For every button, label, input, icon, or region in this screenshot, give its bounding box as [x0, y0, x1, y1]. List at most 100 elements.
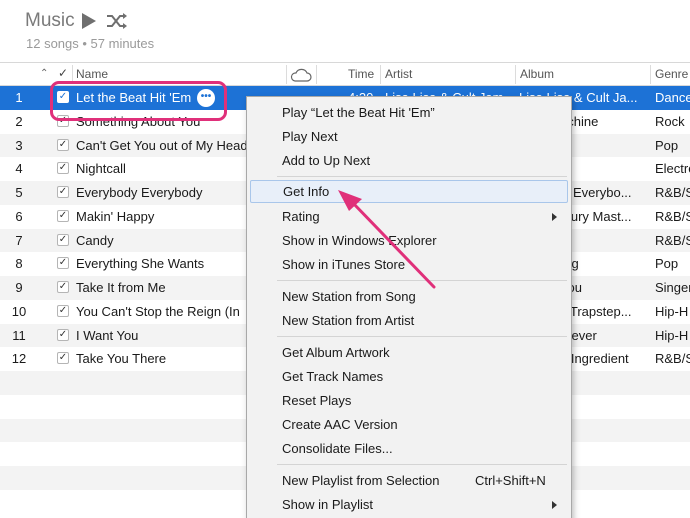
track-number: 4: [15, 161, 23, 177]
song-genre: R&B/S: [655, 185, 690, 200]
track-number: 8: [15, 256, 23, 272]
menu-item-playlist-selection[interactable]: New Playlist from Selection Ctrl+Shift+N: [247, 469, 571, 492]
menu-item-rating[interactable]: Rating: [247, 205, 571, 228]
song-genre: Pop: [655, 256, 679, 272]
page-title: Music: [25, 10, 75, 31]
annotation-highlight: [50, 81, 227, 121]
submenu-arrow-icon: [552, 501, 557, 509]
menu-item-reset-plays[interactable]: Reset Plays: [247, 389, 571, 412]
menu-item-station-artist[interactable]: New Station from Artist: [247, 309, 571, 332]
menu-item-aac[interactable]: Create AAC Version: [247, 413, 571, 436]
context-menu: Play “Let the Beat Hit 'Em” Play Next Ad…: [246, 96, 572, 518]
menu-item-show-playlist[interactable]: Show in Playlist: [247, 493, 571, 516]
track-number: 5: [15, 185, 23, 200]
song-genre: Rock: [655, 113, 685, 129]
menu-item-show-explorer[interactable]: Show in Windows Explorer: [247, 229, 571, 252]
song-album: n Ingredient: [560, 351, 629, 367]
song-album: achine: [560, 113, 599, 129]
column-name[interactable]: Name: [76, 67, 108, 81]
song-name: Everybody Everybody: [76, 185, 203, 200]
song-genre: Pop: [655, 137, 679, 153]
menu-separator: [277, 464, 567, 465]
column-album[interactable]: Album: [520, 67, 554, 81]
song-genre: Hip-H: [655, 303, 689, 319]
track-number: 3: [15, 137, 23, 153]
song-genre: R&B/S: [655, 351, 690, 367]
sort-ascending-icon[interactable]: ⌃: [40, 68, 48, 79]
song-checkbox[interactable]: ✓: [57, 352, 69, 365]
column-genre[interactable]: Genre: [655, 67, 688, 81]
song-name: I Want You: [76, 327, 139, 343]
menu-item-label: Play “Let the Beat Hit 'Em”: [282, 105, 435, 120]
song-count: 12 songs • 57 minutes: [26, 36, 155, 51]
track-number: 2: [15, 113, 23, 129]
song-checkbox[interactable]: ✓: [57, 281, 69, 293]
column-artist[interactable]: Artist: [385, 67, 412, 81]
song-checkbox[interactable]: ✓: [57, 257, 69, 270]
menu-item-label: Consolidate Files...: [282, 441, 393, 456]
song-checkbox[interactable]: ✓: [57, 162, 69, 175]
shuffle-icon[interactable]: [106, 11, 128, 31]
song-checkbox[interactable]: ✓: [57, 209, 69, 222]
menu-item-get-info[interactable]: Get Info: [250, 180, 568, 203]
song-checkbox[interactable]: ✓: [57, 186, 69, 198]
menu-item-label: Create AAC Version: [282, 417, 398, 432]
menu-item-play[interactable]: Play “Let the Beat Hit 'Em”: [247, 101, 571, 124]
song-name: Makin' Happy: [76, 208, 155, 224]
song-name: Everything She Wants: [76, 256, 205, 272]
menu-item-show-store[interactable]: Show in iTunes Store: [247, 253, 571, 276]
menu-item-label: Show in Windows Explorer: [282, 233, 437, 248]
song-checkbox[interactable]: ✓: [57, 304, 69, 317]
menu-item-label: New Station from Artist: [282, 313, 415, 328]
song-genre: Dance: [655, 90, 690, 105]
cloud-icon[interactable]: [290, 67, 312, 83]
menu-item-label: Get Info: [283, 184, 330, 199]
menu-item-shortcut: Ctrl+Shift+N: [475, 473, 546, 488]
submenu-arrow-icon: [552, 213, 557, 221]
menu-item-label: New Station from Song: [282, 289, 416, 304]
checkmark-icon[interactable]: ✓: [58, 66, 68, 80]
column-divider: [380, 65, 381, 84]
song-checkbox[interactable]: ✓: [57, 233, 69, 246]
menu-item-label: Reset Plays: [282, 393, 352, 408]
song-genre: R&B/S: [655, 232, 690, 248]
song-album: s Trapstep...: [560, 303, 632, 319]
menu-item-label: Play Next: [282, 129, 338, 144]
track-number: 9: [15, 280, 23, 295]
track-number: 12: [11, 351, 27, 367]
song-name: Nightcall: [76, 161, 126, 177]
track-number: 1: [15, 90, 23, 105]
song-name: Candy: [76, 232, 114, 248]
song-genre: Hip-H: [655, 327, 689, 343]
song-name: Take It from Me: [76, 280, 166, 295]
song-name: Take You There: [76, 351, 167, 367]
song-album: orever: [560, 327, 597, 343]
track-number: 7: [15, 232, 23, 248]
header: Music 12 songs • 57 minutes: [0, 0, 690, 62]
menu-separator: [277, 280, 567, 281]
column-divider: [286, 65, 287, 84]
menu-item-label: Get Track Names: [282, 369, 384, 384]
menu-item-track-names[interactable]: Get Track Names: [247, 365, 571, 388]
menu-item-album-artwork[interactable]: Get Album Artwork: [247, 341, 571, 364]
menu-item-station-song[interactable]: New Station from Song: [247, 285, 571, 308]
song-checkbox[interactable]: ✓: [57, 138, 69, 151]
track-number: 10: [11, 303, 27, 319]
menu-item-label: Get Album Artwork: [282, 345, 390, 360]
song-genre: R&B/S: [655, 208, 690, 224]
menu-item-label: Show in iTunes Store: [282, 257, 406, 272]
song-checkbox[interactable]: ✓: [57, 328, 69, 341]
song-album: ntury Mast...: [560, 208, 632, 224]
menu-item-play-next[interactable]: Play Next: [247, 125, 571, 148]
play-icon[interactable]: [82, 13, 96, 29]
menu-separator: [277, 176, 567, 177]
column-divider: [316, 65, 317, 84]
song-name: You Can't Stop the Reign (In: [76, 303, 240, 319]
menu-item-add-up-next[interactable]: Add to Up Next: [247, 149, 571, 172]
menu-item-label: Show in Playlist: [282, 497, 374, 512]
column-divider: [515, 65, 516, 84]
song-name: Can't Get You out of My Head: [76, 137, 246, 153]
menu-item-label: Rating: [282, 209, 320, 224]
menu-item-consolidate[interactable]: Consolidate Files...: [247, 437, 571, 460]
column-time[interactable]: Time: [348, 67, 374, 81]
